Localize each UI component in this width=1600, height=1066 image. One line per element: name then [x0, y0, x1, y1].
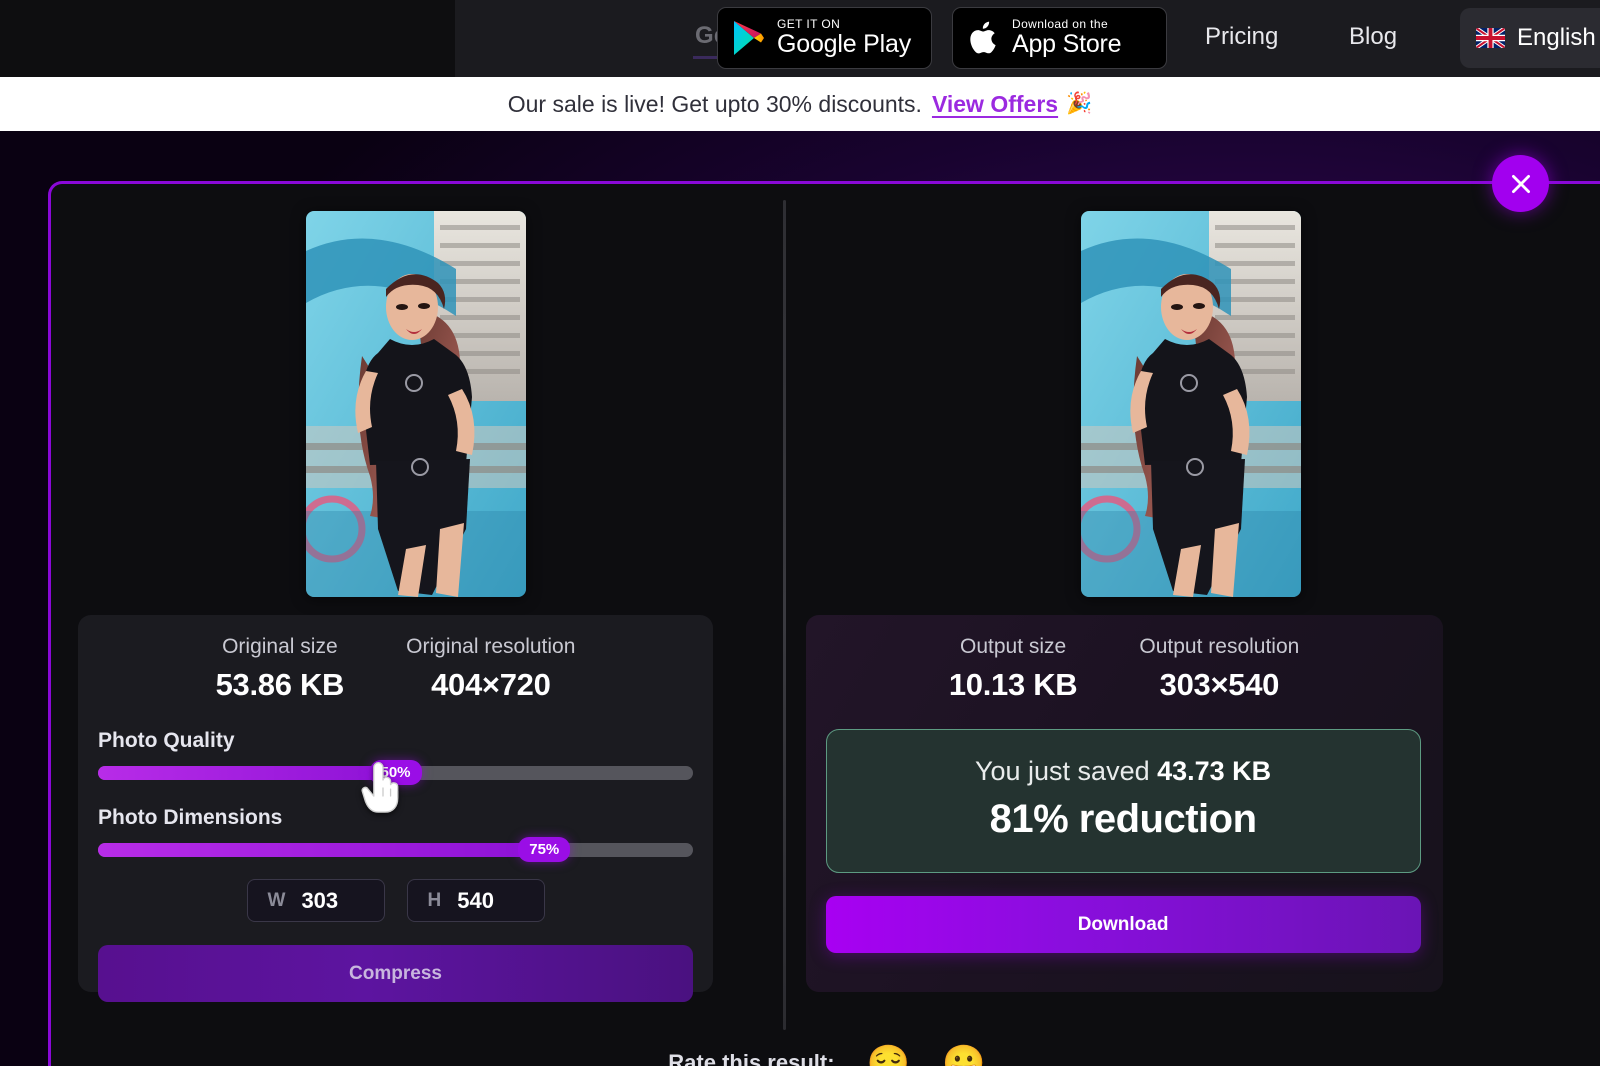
close-icon: [1508, 171, 1534, 197]
dimension-inputs-row: W 303 H 540: [98, 879, 693, 922]
compression-result-modal: Original size 53.86 KB Original resoluti…: [48, 181, 1600, 1066]
original-resolution-value: 404×720: [431, 667, 551, 702]
height-input-value: 540: [457, 887, 494, 913]
google-play-badge-small-text: GET IT ON: [777, 17, 841, 32]
modal-body: Original size 53.86 KB Original resoluti…: [51, 184, 1600, 1066]
sale-banner-text: Our sale is live! Get upto 30% discounts…: [507, 90, 922, 117]
quality-slider-fill: [98, 766, 396, 780]
output-resolution-stat: Output resolution 303×540: [1139, 635, 1299, 703]
width-input[interactable]: W 303: [246, 879, 385, 922]
reduction-percent: 81% reduction: [989, 797, 1257, 841]
party-popper-icon: 🎉: [1066, 92, 1093, 115]
width-input-value: 303: [301, 887, 339, 913]
original-image-thumbnail[interactable]: [306, 211, 527, 597]
savings-summary-box: You just saved 43.73 KB 81% reduction: [825, 729, 1421, 873]
nav-link-pricing[interactable]: Pricing: [1205, 23, 1278, 51]
close-modal-button[interactable]: [1492, 155, 1549, 212]
rate-emoji-grinning[interactable]: 😀: [942, 1046, 986, 1066]
original-size-stat: Original size 53.86 KB: [216, 635, 345, 703]
sale-banner: Our sale is live! Get upto 30% discounts…: [0, 77, 1600, 131]
app-page: Ge GET IT ON Google Play Download on the…: [0, 0, 1600, 1066]
app-store-badge-small-text: Download on the: [1012, 17, 1109, 32]
output-image-pane: Output size 10.13 KB Output resolution 3…: [782, 184, 1600, 1066]
original-info-card: Original size 53.86 KB Original resoluti…: [78, 615, 713, 1002]
dimensions-slider-value-bubble[interactable]: 75%: [518, 837, 571, 862]
rate-emoji-relieved[interactable]: 😌: [867, 1046, 911, 1066]
savings-amount-line: You just saved 43.73 KB: [827, 756, 1420, 787]
savings-amount: 43.73 KB: [1157, 756, 1272, 786]
photo-quality-label: Photo Quality: [98, 729, 235, 752]
output-image-thumbnail[interactable]: [1080, 211, 1301, 597]
original-resolution-label: Original resolution: [406, 635, 576, 658]
download-button[interactable]: Download: [825, 896, 1421, 953]
output-size-label: Output size: [959, 635, 1067, 658]
rate-result-row: Rate this result: 😌 😀: [51, 1028, 1600, 1066]
height-input[interactable]: H 540: [406, 879, 545, 922]
google-play-icon: [732, 19, 766, 57]
original-resolution-stat: Original resolution 404×720: [406, 635, 575, 703]
output-resolution-label: Output resolution: [1139, 635, 1300, 658]
height-input-key: H: [427, 889, 442, 911]
nav-inner-container: Ge GET IT ON Google Play Download on the…: [455, 0, 1600, 77]
compress-button[interactable]: Compress: [98, 945, 693, 1002]
photo-dimensions-label: Photo Dimensions: [98, 806, 283, 829]
output-info-card: Output size 10.13 KB Output resolution 3…: [805, 615, 1443, 992]
top-navigation-bar: Ge GET IT ON Google Play Download on the…: [0, 0, 1600, 77]
app-store-badge-label: App Store: [1012, 29, 1122, 58]
view-offers-link[interactable]: View Offers: [932, 91, 1058, 118]
output-size-value: 10.13 KB: [948, 667, 1078, 702]
original-size-label: Original size: [222, 635, 338, 658]
language-selector[interactable]: English: [1460, 8, 1600, 68]
dimensions-slider-fill: [98, 843, 545, 857]
nav-link-blog[interactable]: Blog: [1349, 23, 1397, 51]
language-label: English: [1517, 24, 1596, 51]
photo-dimensions-slider[interactable]: 75%: [98, 837, 693, 862]
original-size-value: 53.86 KB: [215, 667, 345, 702]
output-size-stat: Output size 10.13 KB: [949, 635, 1078, 703]
output-resolution-value: 303×540: [1159, 667, 1280, 702]
original-image-pane: Original size 53.86 KB Original resoluti…: [51, 184, 782, 1066]
output-stats-row: Output size 10.13 KB Output resolution 3…: [826, 635, 1423, 703]
original-stats-row: Original size 53.86 KB Original resoluti…: [98, 635, 693, 703]
google-play-badge-label: Google Play: [777, 29, 911, 58]
savings-prefix: You just saved: [974, 756, 1158, 786]
photo-quality-slider[interactable]: 50%: [98, 760, 693, 785]
rate-result-label: Rate this result:: [668, 1050, 835, 1066]
width-input-key: W: [267, 889, 286, 911]
app-store-badge[interactable]: Download on the App Store: [952, 7, 1167, 69]
apple-logo-icon: [969, 18, 1001, 58]
google-play-badge[interactable]: GET IT ON Google Play: [717, 7, 932, 69]
uk-flag-icon: [1476, 28, 1505, 48]
quality-slider-value-bubble[interactable]: 50%: [369, 760, 422, 785]
